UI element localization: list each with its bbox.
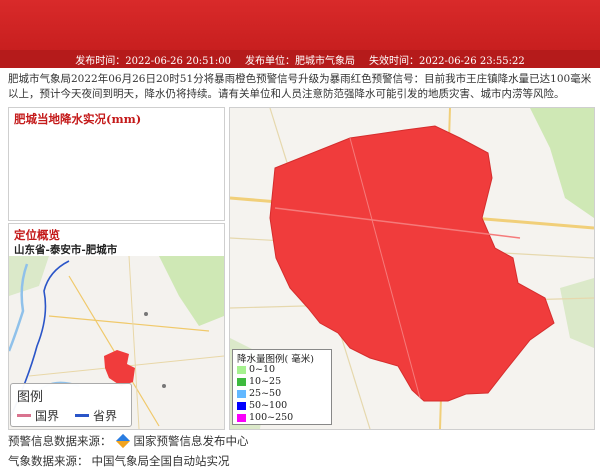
- legend-item-province-border: 省界: [75, 407, 117, 424]
- legend-label: 省界: [93, 409, 118, 423]
- weather-source-line: 气象数据来源： 中国气象局全国自动站实况: [8, 453, 230, 469]
- weather-source-name: 中国气象局全国自动站实况: [91, 454, 230, 468]
- rainfall-swatch: [237, 401, 246, 410]
- rainfall-legend-label: 25~50: [249, 388, 282, 399]
- rainfall-swatch: [237, 389, 246, 398]
- rainfall-panel-title: 肥城当地降水实况(mm): [14, 112, 142, 126]
- rainfall-legend-label: 0~10: [249, 364, 276, 375]
- province-border-line-icon: [75, 414, 89, 417]
- rainfall-legend-item: 10~25: [237, 376, 281, 387]
- warning-description: 肥城市气象局2022年06月26日20时51分将暴雨橙色预警信号升级为暴雨红色预…: [8, 73, 592, 100]
- rainfall-legend-label: 50~100: [249, 400, 288, 411]
- map-legend-box: 图例 国界 省界: [10, 383, 132, 427]
- rainfall-legend-label: 10~25: [249, 376, 282, 387]
- rainfall-swatch: [237, 365, 246, 374]
- rainfall-legend-item: 0~10: [237, 364, 275, 375]
- location-name: 山东省-泰安市-肥城市: [14, 244, 118, 256]
- national-border-line-icon: [17, 414, 31, 417]
- warning-info-bar: 发布时间：2022-06-26 20:51:00 发布单位：肥城市气象局 失效时…: [0, 50, 600, 68]
- warning-center-logo-icon: [115, 433, 130, 449]
- warning-source-name[interactable]: 国家预警信息发布中心: [134, 433, 249, 449]
- weather-source-label: 气象数据来源：: [8, 454, 89, 468]
- publisher: 发布单位：肥城市气象局: [245, 55, 355, 67]
- rainfall-legend-item: 100~250: [237, 412, 293, 423]
- legend-item-national-border: 国界: [17, 407, 59, 424]
- warning-source-label: 预警信息数据来源：: [8, 434, 112, 448]
- legend-label: 国界: [35, 409, 60, 423]
- rainfall-legend-label: 100~250: [249, 412, 294, 423]
- location-panel-title: 定位概览: [14, 228, 60, 242]
- rainfall-legend: 降水量图例( 毫米) 0~10 10~25 25~50 50~100 100~2…: [232, 349, 332, 425]
- rainfall-swatch: [237, 377, 246, 386]
- header-banner: [0, 0, 600, 50]
- release-time: 发布时间：2022-06-26 20:51:00: [75, 55, 231, 67]
- expire-time: 失效时间：2022-06-26 23:55:22: [369, 55, 525, 67]
- rainfall-swatch: [237, 413, 246, 422]
- rainfall-panel: 肥城当地降水实况(mm): [8, 107, 225, 221]
- legend-title: 图例: [17, 390, 44, 405]
- rainfall-legend-item: 50~100: [237, 400, 287, 411]
- rainfall-legend-title: 降水量图例( 毫米): [237, 354, 314, 365]
- rainfall-legend-item: 25~50: [237, 388, 281, 399]
- warning-source-line: 预警信息数据来源： 国家预警信息发布中心: [8, 433, 249, 449]
